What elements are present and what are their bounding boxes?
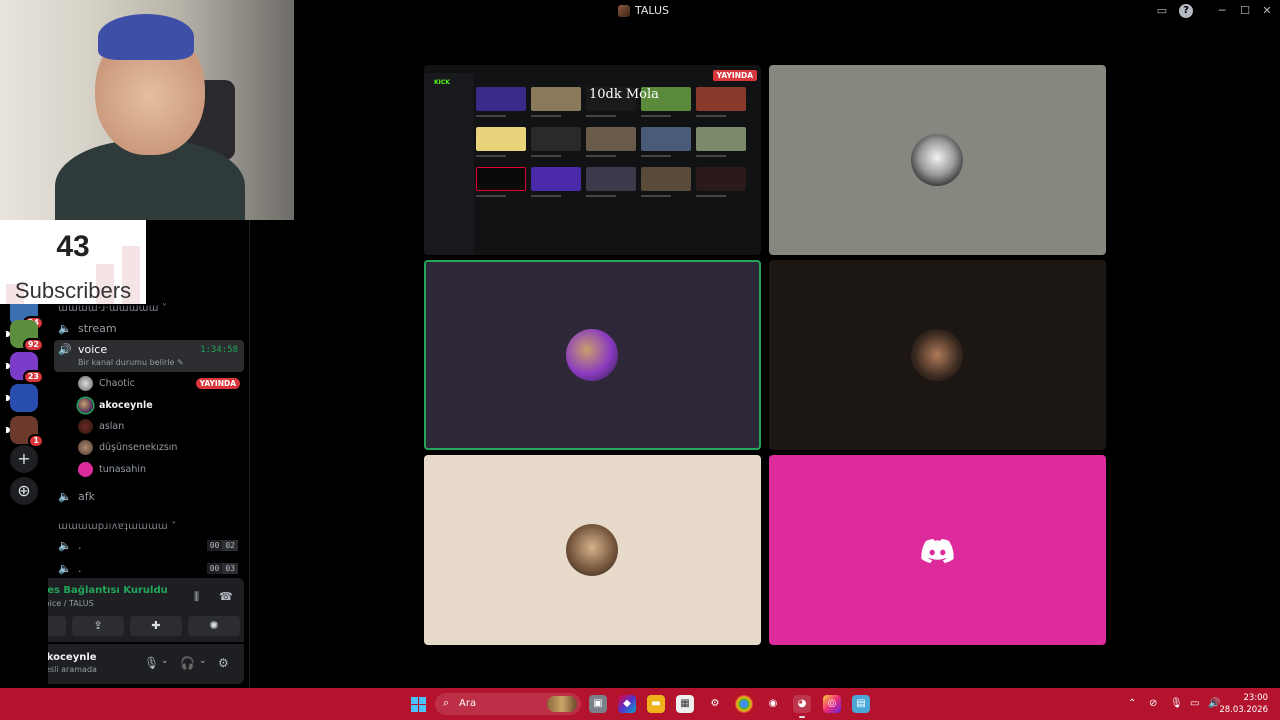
noise-suppression-icon[interactable]: ⫼ bbox=[194, 590, 199, 604]
display-icon[interactable]: ▭ bbox=[1190, 698, 1199, 709]
live-badge: YAYINDA bbox=[712, 70, 757, 81]
maximize-button[interactable]: ☐ bbox=[1238, 4, 1252, 18]
kick-logo: KICK bbox=[434, 79, 450, 86]
discord-window: TALUS ▭ ? ─ ☐ ✕ ɯɯɯɯ·ɹ·ɯɯɯɯɯ ˅ 🔈 stream … bbox=[0, 0, 1280, 720]
speaker-icon: 🔊 bbox=[58, 343, 72, 356]
voice-connected-title[interactable]: Ses Bağlantısı Kuruldu bbox=[40, 585, 168, 596]
chevron-up-icon[interactable]: ⌃ bbox=[1128, 698, 1136, 709]
taskbar-search[interactable]: ⌕ Ara bbox=[435, 693, 581, 715]
user-limit-badge: 00 02 bbox=[206, 539, 238, 551]
add-server-icon[interactable]: + bbox=[10, 445, 38, 473]
subscriber-count: 43 bbox=[56, 230, 90, 263]
start-button[interactable] bbox=[411, 697, 426, 712]
steelseries-icon[interactable]: ⚙ bbox=[706, 695, 724, 713]
discord-taskbar-icon[interactable]: ◕ bbox=[793, 695, 811, 718]
voice-member[interactable]: Chaotic YAYINDA bbox=[78, 374, 240, 392]
screen-share-tile[interactable]: KICK YAYINDA 10dk Mola bbox=[424, 65, 761, 255]
search-highlight-image bbox=[547, 696, 577, 712]
server-list: 24 92 23 1 + ⊕ bbox=[0, 298, 48, 688]
disconnect-icon[interactable]: ☎ bbox=[219, 590, 233, 603]
screen-share-button[interactable]: ⇪ bbox=[72, 616, 124, 636]
speaker-icon: 🔈 bbox=[58, 321, 72, 335]
channel-afk[interactable]: 🔈 afk bbox=[54, 485, 244, 507]
close-button[interactable]: ✕ bbox=[1260, 4, 1274, 18]
activities-button[interactable]: ✚ bbox=[130, 616, 182, 636]
avatar bbox=[78, 461, 93, 477]
subscriber-counter: 43 Subscribers bbox=[0, 220, 146, 304]
server-icon[interactable]: 1 bbox=[6, 416, 44, 448]
headphones-icon[interactable]: 🎧 bbox=[180, 656, 195, 670]
thumbnail-title: 10dk Mola bbox=[589, 87, 659, 102]
subscriber-label: Subscribers bbox=[14, 278, 132, 303]
participant-tile[interactable] bbox=[769, 455, 1106, 645]
windows-taskbar: ⌕ Ara ▣ ◆ ▬ ▦ ⚙ ◉ ◕ ◎ ▤ ⌃ ⊘ 🎙 ▭ 🔊 23:00 … bbox=[0, 688, 1280, 720]
system-clock[interactable]: 23:00 28.03.2026 bbox=[1219, 692, 1268, 716]
category-header[interactable]: ɯɯɯɯ·ɹ·ɯɯɯɯɯ ˅ bbox=[58, 303, 167, 314]
voice-member[interactable]: tunasahin bbox=[78, 460, 240, 478]
server-icon[interactable]: 92 bbox=[6, 320, 44, 352]
category-header[interactable]: ɯɯɯɯpɹıʌɐʇɯɯɯɯ ˅ bbox=[58, 521, 176, 532]
window-title: TALUS bbox=[618, 4, 669, 17]
minimize-button[interactable]: ─ bbox=[1215, 4, 1229, 18]
soundboard-button[interactable]: ✺ bbox=[188, 616, 240, 636]
private-channel[interactable]: 🔈 . 00 02 bbox=[54, 534, 244, 556]
user-name[interactable]: akoceynle bbox=[40, 652, 97, 663]
avatar bbox=[78, 375, 93, 391]
steam-icon[interactable]: ◉ bbox=[764, 695, 782, 713]
help-icon[interactable]: ? bbox=[1179, 4, 1193, 18]
chevron-down-icon[interactable]: ⌄ bbox=[161, 656, 169, 666]
server-icon[interactable] bbox=[6, 384, 38, 412]
store-icon[interactable]: ▦ bbox=[676, 695, 694, 713]
avatar bbox=[78, 439, 93, 455]
microphone-icon[interactable]: 🎙 bbox=[1170, 698, 1183, 709]
channel-status[interactable]: Bir kanal durumu belirle ✎ bbox=[78, 358, 184, 367]
stream-sidebar bbox=[424, 73, 474, 255]
private-channel[interactable]: 🔈 . 00 03 bbox=[54, 557, 244, 579]
server-icon[interactable]: 23 bbox=[6, 352, 44, 384]
avatar bbox=[78, 397, 93, 413]
voice-member[interactable]: akoceynle bbox=[78, 396, 240, 414]
channel-voice-label: voice bbox=[78, 343, 108, 356]
participant-avatar bbox=[911, 329, 963, 381]
voice-connected-subtitle[interactable]: voice / TALUS bbox=[40, 599, 94, 608]
voice-timer: 1:34:58 bbox=[200, 345, 238, 355]
streamer-cap bbox=[98, 14, 194, 60]
server-icon bbox=[618, 4, 630, 17]
participant-avatar bbox=[911, 134, 963, 186]
participant-tile-speaking[interactable] bbox=[424, 260, 761, 450]
participant-tile[interactable] bbox=[769, 65, 1106, 255]
chevron-down-icon[interactable]: ⌄ bbox=[199, 656, 207, 666]
remote-desktop-icon[interactable]: ▤ bbox=[852, 695, 870, 713]
channel-stream[interactable]: 🔈 stream bbox=[54, 317, 244, 339]
instagram-icon[interactable]: ◎ bbox=[823, 695, 841, 713]
avatar bbox=[78, 418, 93, 434]
discover-icon[interactable]: ⊕ bbox=[10, 477, 38, 505]
chrome-icon[interactable] bbox=[735, 695, 753, 713]
channel-voice[interactable]: 🔊 voice 1:34:58 Bir kanal durumu belirle… bbox=[54, 340, 244, 372]
speaker-icon: 🔈 bbox=[58, 489, 72, 503]
search-icon: ⌕ bbox=[443, 696, 450, 709]
participant-avatar bbox=[566, 329, 618, 381]
stream-thumbnails bbox=[476, 87, 746, 203]
copilot-icon[interactable]: ◆ bbox=[618, 695, 636, 713]
inbox-icon[interactable]: ▭ bbox=[1155, 4, 1169, 18]
user-status: Sesli aramada bbox=[40, 665, 97, 674]
participant-tile[interactable] bbox=[424, 455, 761, 645]
webcam-overlay bbox=[0, 0, 294, 220]
speaker-icon: 🔈 bbox=[58, 538, 72, 552]
network-off-icon[interactable]: ⊘ bbox=[1149, 698, 1157, 709]
speaker-icon: 🔈 bbox=[58, 561, 72, 575]
microphone-icon[interactable]: 🎙 bbox=[144, 656, 159, 670]
gear-icon[interactable]: ⚙ bbox=[218, 656, 229, 670]
live-badge: YAYINDA bbox=[195, 377, 240, 389]
file-explorer-icon[interactable]: ▬ bbox=[647, 695, 665, 713]
discord-logo-icon bbox=[921, 539, 954, 563]
voice-member[interactable]: aslan bbox=[78, 417, 240, 435]
user-limit-badge: 00 03 bbox=[206, 562, 238, 574]
task-view-icon[interactable]: ▣ bbox=[589, 695, 607, 713]
participant-tile[interactable] bbox=[769, 260, 1106, 450]
voice-member[interactable]: düşünsenekızsın bbox=[78, 438, 240, 456]
participant-avatar bbox=[566, 524, 618, 576]
